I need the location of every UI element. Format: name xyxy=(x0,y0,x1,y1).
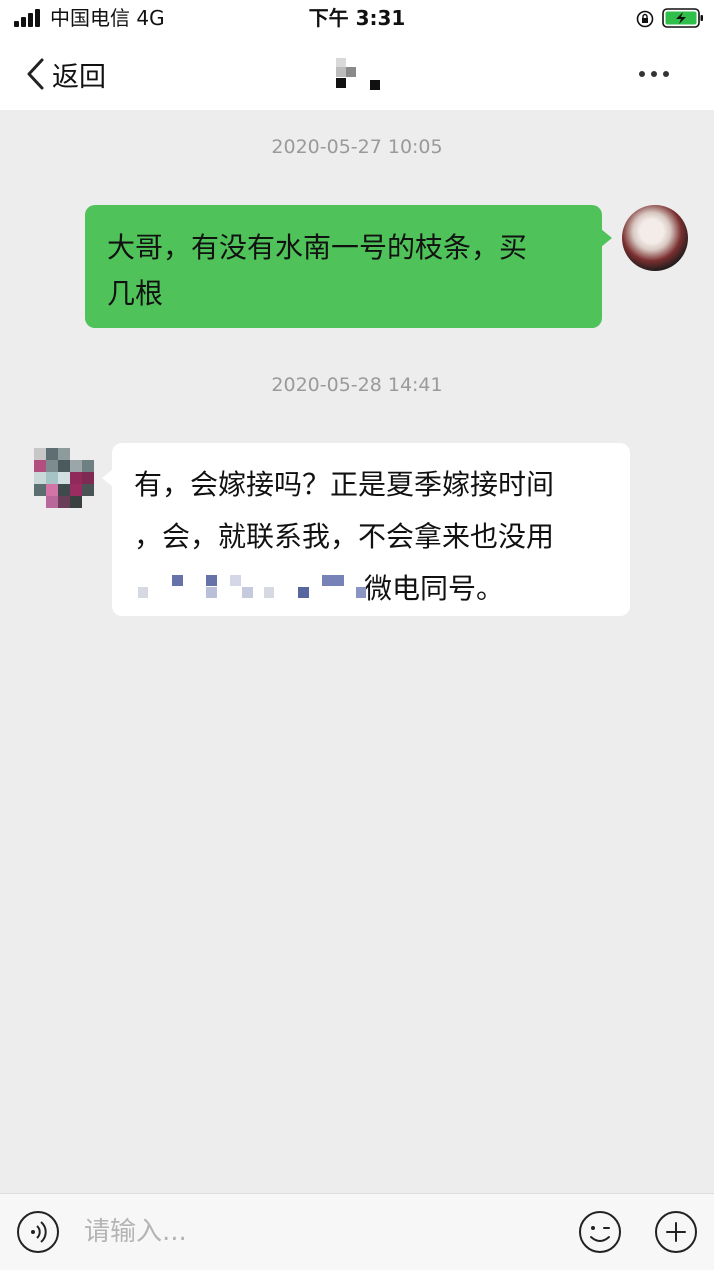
message-line-with-redaction: 微电同号。 xyxy=(134,563,608,615)
message-line: 有，会嫁接吗？正是夏季嫁接时间 xyxy=(134,468,555,501)
status-bar: 中国电信 4G 下午 3:31 xyxy=(0,0,714,38)
more-icon[interactable] xyxy=(634,60,674,88)
message-line: ，会，就联系我，不会拿来也没用 xyxy=(134,520,555,553)
contact-avatar[interactable] xyxy=(34,448,94,518)
self-avatar[interactable] xyxy=(622,205,688,271)
rotation-lock-icon xyxy=(636,10,654,28)
input-bar xyxy=(0,1193,714,1270)
back-button[interactable]: 返回 xyxy=(24,52,106,96)
voice-icon[interactable] xyxy=(16,1210,60,1254)
status-time: 下午 3:31 xyxy=(308,6,406,30)
nav-bar: 返回 xyxy=(0,38,714,110)
incoming-message-bubble[interactable]: 有，会嫁接吗？正是夏季嫁接时间 ，会，就联系我，不会拿来也没用 微电同号。 xyxy=(102,443,630,616)
battery-charging-icon xyxy=(662,8,703,28)
redacted-contact-number xyxy=(134,575,366,605)
message-line: 几根 xyxy=(107,277,164,310)
message-line: 大哥，有没有水南一号的枝条，买 xyxy=(107,231,528,264)
back-label: 返回 xyxy=(52,61,106,93)
message-timestamp: 2020-05-28 14:41 xyxy=(271,374,443,396)
contact-name-redacted xyxy=(336,58,380,90)
plus-icon[interactable] xyxy=(654,1210,698,1254)
message-timestamp: 2020-05-27 10:05 xyxy=(271,136,443,158)
emoji-icon[interactable] xyxy=(578,1210,622,1254)
chevron-left-icon xyxy=(27,58,44,90)
message-input[interactable] xyxy=(84,1210,554,1254)
message-text-tail: 微电同号。 xyxy=(364,572,505,605)
outgoing-message-bubble[interactable]: 大哥，有没有水南一号的枝条，买 几根 xyxy=(85,205,612,328)
